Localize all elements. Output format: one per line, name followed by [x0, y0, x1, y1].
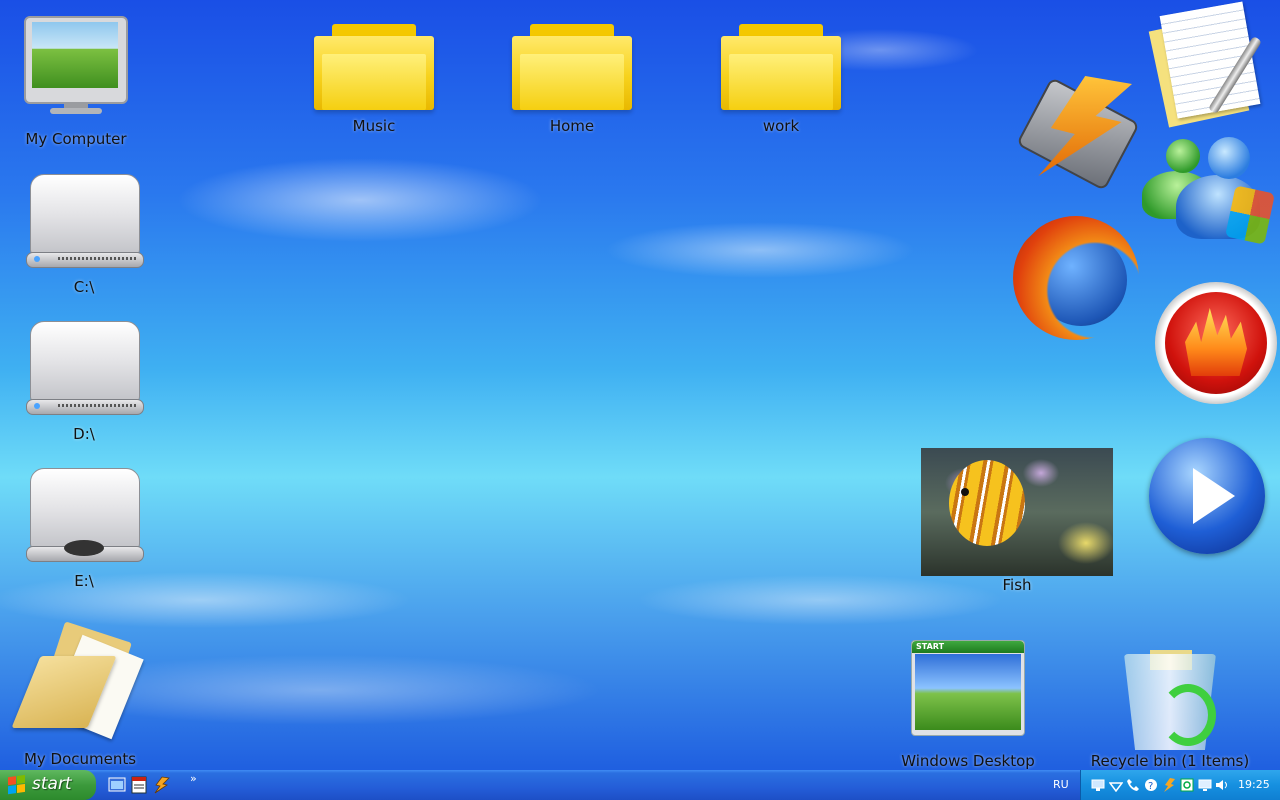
e-drive-icon[interactable]: E:\ [24, 468, 144, 590]
butterflyfish [949, 460, 1025, 546]
my-computer-icon[interactable]: My Computer [24, 16, 128, 148]
play-icon [1193, 468, 1235, 524]
my-documents-icon[interactable]: My Documents [11, 621, 144, 768]
recycle-arrow-icon [1160, 684, 1216, 746]
my-documents-label[interactable]: My Documents [0, 750, 200, 768]
wifi-icon[interactable] [1108, 777, 1124, 793]
d-drive-label[interactable]: D:\ [0, 425, 204, 443]
sync-icon[interactable] [1180, 777, 1194, 792]
bliss-wallpaper-thumbnail [915, 654, 1021, 730]
show-desktop-icon[interactable] [108, 776, 126, 794]
recycle-bin-label[interactable]: Recycle bin (1 Items) [1060, 752, 1280, 770]
windows-desktop-label[interactable]: Windows Desktop [851, 752, 1085, 770]
volume-icon[interactable] [1215, 777, 1229, 791]
msn-messenger-icon[interactable] [1140, 135, 1275, 245]
start-label: start [32, 774, 72, 794]
network-icon[interactable] [1091, 777, 1105, 791]
notepad-icon[interactable] [130, 776, 148, 794]
c-drive-label[interactable]: C:\ [0, 278, 204, 296]
media-player-icon[interactable] [1149, 438, 1265, 554]
phone-icon[interactable] [1126, 777, 1140, 791]
winamp-small-icon[interactable] [152, 776, 170, 794]
fish-label[interactable]: Fish [861, 576, 1173, 594]
start-button[interactable]: start [0, 770, 96, 800]
clock[interactable]: 19:25 [1238, 778, 1270, 791]
work-folder-icon[interactable]: work [721, 24, 841, 135]
c-drive-icon[interactable]: C:\ [24, 174, 144, 296]
work-folder-label[interactable]: work [661, 117, 901, 135]
my-computer-label[interactable]: My Computer [0, 130, 188, 148]
windows-desktop-icon[interactable]: START Windows Desktop [901, 640, 1035, 770]
firefox-icon[interactable] [1013, 216, 1139, 340]
quick-launch-expand-icon[interactable]: » [190, 772, 197, 785]
recycle-bin-icon[interactable]: Recycle bin (1 Items) [1091, 648, 1249, 770]
mini-start-label: START [916, 642, 945, 651]
e-drive-label[interactable]: E:\ [0, 572, 204, 590]
disc-slot [64, 540, 104, 556]
taskbar: start » RU ? 19:25 [0, 770, 1280, 800]
music-folder-icon[interactable]: Music [314, 24, 434, 135]
windows-logo-icon [8, 774, 26, 796]
home-folder-icon[interactable]: Home [512, 24, 632, 135]
winamp-icon[interactable] [1016, 70, 1140, 192]
help-icon[interactable]: ? [1144, 777, 1158, 792]
winamp-tray-icon[interactable] [1162, 777, 1176, 792]
notes-icon[interactable] [1148, 1, 1268, 128]
burning-app-icon[interactable] [1155, 282, 1277, 404]
d-drive-icon[interactable]: D:\ [24, 321, 144, 443]
svg-text:?: ? [1148, 781, 1153, 792]
home-folder-label[interactable]: Home [452, 117, 692, 135]
monitor-wallpaper [32, 22, 118, 88]
fish-image-icon[interactable]: Fish [921, 448, 1113, 594]
language-indicator[interactable]: RU [1053, 778, 1069, 791]
fox-icon [1013, 216, 1139, 340]
monitor-icon[interactable] [1198, 777, 1212, 791]
desktop: My Computer C:\ D:\ E:\ My Documents Mus… [0, 0, 1280, 770]
